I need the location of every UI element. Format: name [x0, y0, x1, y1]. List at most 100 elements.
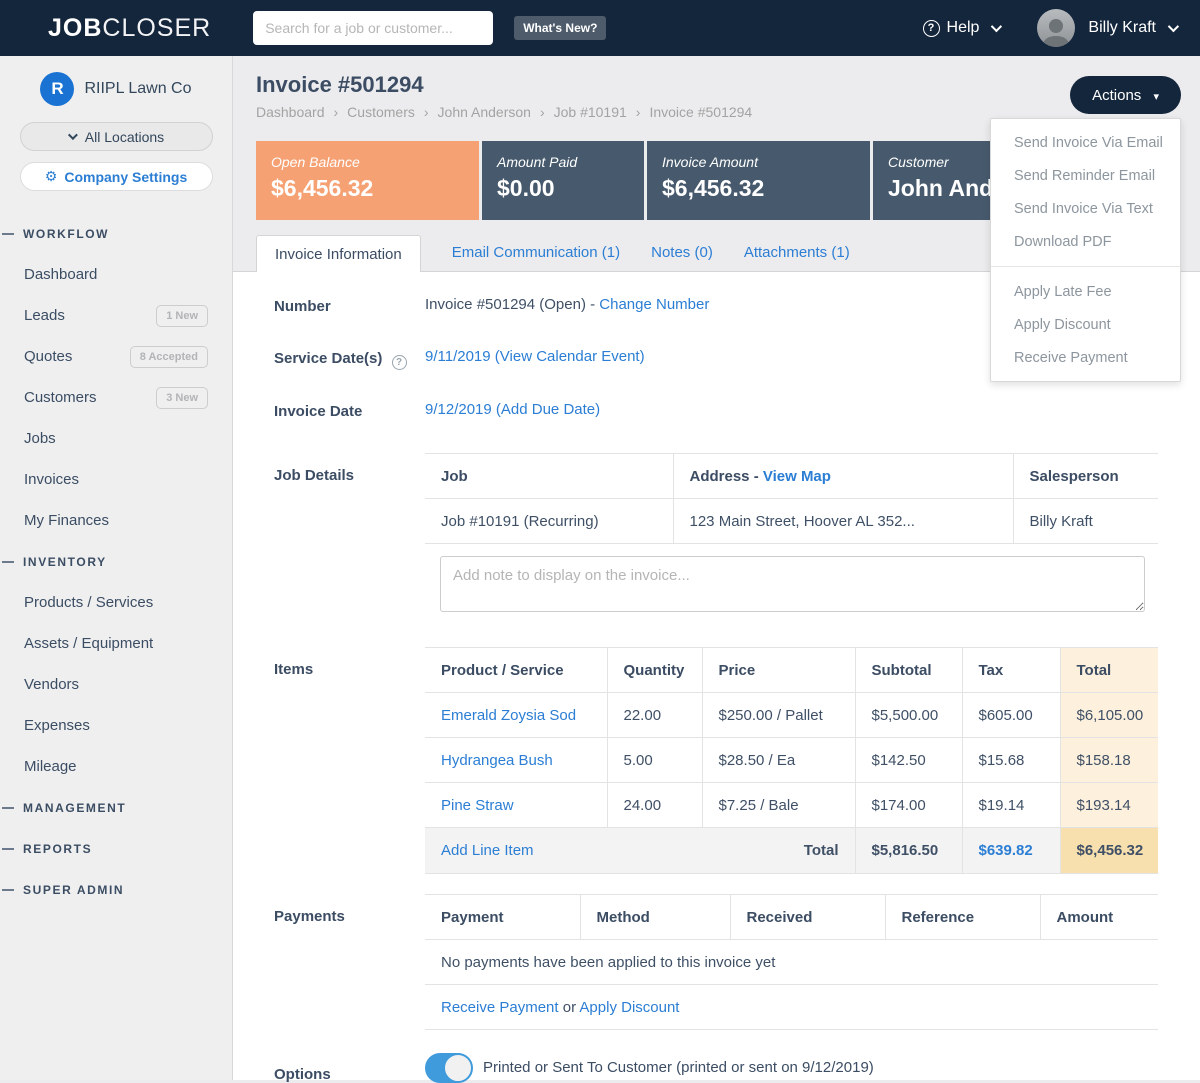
items-footer-row: Add Line Item Total $5,816.50 $639.82 $6…: [425, 828, 1158, 874]
app-logo[interactable]: JOBCLOSER: [48, 14, 211, 43]
product-service-header: Product / Service: [425, 648, 607, 693]
breadcrumb-separator: ›: [540, 104, 545, 120]
actions-button[interactable]: Actions ▾: [1070, 76, 1181, 114]
add-line-item-link[interactable]: Add Line Item: [441, 842, 534, 859]
item-qty: 24.00: [607, 783, 702, 828]
item-tax: $19.14: [962, 783, 1060, 828]
view-calendar-event-link[interactable]: (View Calendar Event): [495, 348, 645, 365]
section-dash-icon: [2, 848, 14, 850]
item-name-link[interactable]: Emerald Zoysia Sod: [441, 707, 576, 724]
change-number-link[interactable]: Change Number: [599, 296, 709, 313]
receive-payment-link[interactable]: Receive Payment: [441, 999, 559, 1016]
or-text: or: [563, 999, 576, 1016]
item-qty: 22.00: [607, 693, 702, 738]
breadcrumb-dashboard[interactable]: Dashboard: [256, 104, 325, 120]
user-menu[interactable]: Billy Kraft: [1088, 19, 1156, 37]
menu-item-apply-late-fee[interactable]: Apply Late Fee: [991, 275, 1180, 308]
items-total-value: $6,456.32: [1060, 828, 1158, 874]
sidebar-item-dashboard[interactable]: Dashboard: [0, 254, 232, 295]
breadcrumb: Dashboard›Customers›John Anderson›Job #1…: [256, 104, 752, 120]
chevron-down-icon: [68, 130, 78, 140]
sidebar-item-mileage[interactable]: Mileage: [0, 746, 232, 787]
tab-email-communication[interactable]: Email Communication (1): [452, 234, 620, 271]
item-row: Hydrangea Bush 5.00 $28.50 / Ea $142.50 …: [425, 738, 1158, 783]
breadcrumb-job[interactable]: Job #10191: [554, 104, 627, 120]
add-due-date-link[interactable]: (Add Due Date): [496, 401, 600, 418]
sidebar-item-leads[interactable]: Leads 1 New: [0, 295, 232, 336]
company-header: R RIIPL Lawn Co: [0, 72, 232, 106]
person-icon: [1037, 12, 1075, 47]
tab-attachments[interactable]: Attachments (1): [744, 234, 850, 271]
item-total: $193.14: [1060, 783, 1158, 828]
menu-item-download-pdf[interactable]: Download PDF: [991, 225, 1180, 258]
service-date-link[interactable]: 9/11/2019: [425, 348, 491, 365]
item-name-link[interactable]: Hydrangea Bush: [441, 752, 553, 769]
breadcrumb-current: Invoice #501294: [649, 104, 752, 120]
sidebar-section-super-admin[interactable]: SUPER ADMIN: [0, 869, 232, 910]
printed-toggle[interactable]: [425, 1053, 471, 1083]
chevron-down-icon[interactable]: [1168, 21, 1179, 32]
view-map-link[interactable]: View Map: [763, 468, 831, 485]
method-header: Method: [580, 895, 730, 940]
menu-item-apply-discount[interactable]: Apply Discount: [991, 308, 1180, 341]
price-header: Price: [702, 648, 855, 693]
printed-status-text: Printed or Sent To Customer (printed or …: [483, 1059, 874, 1076]
leads-badge: 1 New: [156, 305, 208, 327]
section-dash-icon: [2, 807, 14, 809]
items-table: Product / Service Quantity Price Subtota…: [425, 647, 1158, 874]
all-locations-select[interactable]: All Locations: [20, 122, 213, 151]
sidebar-item-quotes[interactable]: Quotes 8 Accepted: [0, 336, 232, 377]
stat-invoice-amount: Invoice Amount $6,456.32: [647, 141, 870, 220]
sidebar-section-inventory[interactable]: INVENTORY: [0, 541, 232, 582]
breadcrumb-customers[interactable]: Customers: [347, 104, 415, 120]
item-qty: 5.00: [607, 738, 702, 783]
items-total-label: Total: [804, 842, 839, 859]
invoice-date-link[interactable]: 9/12/2019: [425, 401, 492, 418]
section-dash-icon: [2, 889, 14, 891]
sidebar-item-invoices[interactable]: Invoices: [0, 459, 232, 500]
sidebar-item-expenses[interactable]: Expenses: [0, 705, 232, 746]
invoice-note-input[interactable]: [440, 556, 1145, 612]
breadcrumb-customer-name[interactable]: John Anderson: [438, 104, 531, 120]
breadcrumb-separator: ›: [334, 104, 339, 120]
sidebar-item-jobs[interactable]: Jobs: [0, 418, 232, 459]
salesperson-column-header: Salesperson: [1013, 454, 1158, 499]
sidebar-item-products-services[interactable]: Products / Services: [0, 582, 232, 623]
subtotal-header: Subtotal: [855, 648, 962, 693]
sidebar-item-my-finances[interactable]: My Finances: [0, 500, 232, 541]
help-menu[interactable]: ? Help: [923, 19, 1000, 37]
item-name-link[interactable]: Pine Straw: [441, 797, 514, 814]
menu-item-receive-payment[interactable]: Receive Payment: [991, 341, 1180, 374]
company-settings-button[interactable]: ⚙ Company Settings: [20, 162, 213, 191]
item-subtotal: $174.00: [855, 783, 962, 828]
payment-header: Payment: [425, 895, 580, 940]
invoice-date-label: Invoice Date: [274, 401, 425, 420]
sidebar-item-vendors[interactable]: Vendors: [0, 664, 232, 705]
user-avatar[interactable]: [1037, 9, 1075, 47]
sidebar-item-customers[interactable]: Customers 3 New: [0, 377, 232, 418]
sidebar-section-workflow[interactable]: WORKFLOW: [0, 213, 232, 254]
tab-notes[interactable]: Notes (0): [651, 234, 713, 271]
sidebar-section-reports[interactable]: REPORTS: [0, 828, 232, 869]
sidebar-item-assets-equipment[interactable]: Assets / Equipment: [0, 623, 232, 664]
search-input[interactable]: [253, 11, 493, 45]
items-subtotal-value: $5,816.50: [855, 828, 962, 874]
question-circle-icon[interactable]: ?: [392, 355, 407, 370]
payments-actions-row: Receive Payment or Apply Discount: [425, 985, 1158, 1030]
whats-new-button[interactable]: What's New?: [514, 16, 606, 40]
menu-item-send-invoice-text[interactable]: Send Invoice Via Text: [991, 192, 1180, 225]
tax-header: Tax: [962, 648, 1060, 693]
sidebar-section-management[interactable]: MANAGEMENT: [0, 787, 232, 828]
tab-invoice-information[interactable]: Invoice Information: [256, 235, 421, 272]
reference-header: Reference: [885, 895, 1040, 940]
menu-item-send-invoice-email[interactable]: Send Invoice Via Email: [991, 126, 1180, 159]
apply-discount-link[interactable]: Apply Discount: [579, 999, 679, 1016]
menu-item-send-reminder-email[interactable]: Send Reminder Email: [991, 159, 1180, 192]
items-tax-value[interactable]: $639.82: [962, 828, 1060, 874]
items-section: Items Product / Service Quantity Price S…: [274, 647, 1200, 874]
job-column-header: Job: [425, 454, 673, 499]
stat-amount-paid: Amount Paid $0.00: [482, 141, 644, 220]
item-total: $6,105.00: [1060, 693, 1158, 738]
toggle-knob: [443, 1053, 473, 1083]
job-cell[interactable]: Job #10191 (Recurring): [425, 499, 673, 544]
